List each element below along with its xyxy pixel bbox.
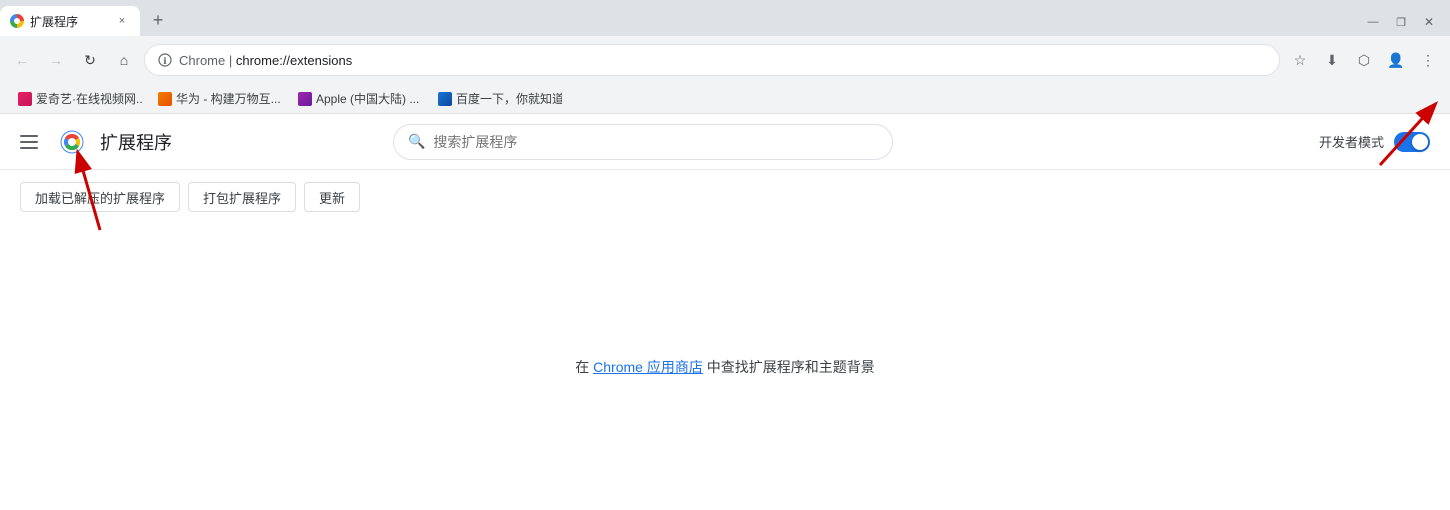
url-path: chrome://extensions	[236, 53, 352, 68]
pack-button[interactable]: 打包扩展程序	[188, 182, 296, 212]
bookmark-label-1: 华为 - 构建万物互...	[176, 90, 281, 107]
download-button[interactable]: ⬇	[1318, 46, 1346, 74]
bookmark-favicon-3	[438, 92, 452, 106]
update-button[interactable]: 更新	[304, 182, 360, 212]
close-button[interactable]: ✕	[1416, 12, 1442, 32]
profile-button[interactable]: 👤	[1382, 46, 1410, 74]
forward-button[interactable]: →	[42, 46, 70, 74]
extensions-header: 扩展程序 🔍 开发者模式	[0, 114, 1450, 170]
restore-button[interactable]: ❐	[1388, 12, 1414, 32]
search-input[interactable]	[433, 134, 878, 150]
bookmark-item-2[interactable]: Apple (中国大陆) ...	[292, 88, 422, 109]
more-menu-button[interactable]: ⋮	[1414, 46, 1442, 74]
tab-bar: 扩展程序 × + — ❐ ✕	[0, 0, 1450, 36]
address-bar-row: ← → ↻ ⌂ ℹ Chrome | chrome://extensions ☆…	[0, 36, 1450, 84]
main-content-area: 在 Chrome 应用商店 中查找扩展程序和主题背景	[0, 224, 1450, 510]
bookmark-label-0: 爱奇艺·在线视频网...	[36, 90, 142, 107]
bookmark-favicon-0	[18, 92, 32, 106]
back-button[interactable]: ←	[8, 46, 36, 74]
address-bar[interactable]: ℹ Chrome | chrome://extensions	[144, 44, 1280, 76]
home-button[interactable]: ⌂	[110, 46, 138, 74]
active-tab[interactable]: 扩展程序 ×	[0, 6, 140, 36]
url-display[interactable]: Chrome | chrome://extensions	[179, 53, 1267, 68]
bookmark-label-2: Apple (中国大陆) ...	[316, 90, 419, 107]
tab-title: 扩展程序	[30, 13, 108, 30]
bookmark-favicon-2	[298, 92, 312, 106]
toolbar-right: ☆ ⬇ ⬡ 👤 ⋮	[1286, 46, 1442, 74]
action-bar: 加载已解压的扩展程序 打包扩展程序 更新	[0, 170, 1450, 224]
bookmarks-bar: 爱奇艺·在线视频网... 华为 - 构建万物互... Apple (中国大陆) …	[0, 84, 1450, 114]
reload-button[interactable]: ↻	[76, 46, 104, 74]
store-text-after: 中查找扩展程序和主题背景	[707, 359, 875, 375]
search-icon: 🔍	[408, 133, 425, 150]
load-unpacked-button[interactable]: 加载已解压的扩展程序	[20, 182, 180, 212]
new-tab-button[interactable]: +	[144, 6, 172, 34]
bookmark-star-button[interactable]: ☆	[1286, 46, 1314, 74]
store-link-text: 在 Chrome 应用商店 中查找扩展程序和主题背景	[575, 357, 874, 377]
hamburger-menu-button[interactable]	[20, 130, 44, 154]
url-chrome-part: Chrome	[179, 53, 225, 68]
security-icon: ℹ	[157, 52, 173, 68]
dev-mode-label: 开发者模式	[1319, 132, 1384, 151]
page-title: 扩展程序	[100, 129, 172, 155]
minimize-button[interactable]: —	[1360, 12, 1386, 32]
search-box[interactable]: 🔍	[393, 124, 893, 160]
page-content: 扩展程序 🔍 开发者模式 加载已解压的扩展程序 打包扩展程序 更新	[0, 114, 1450, 510]
bookmark-favicon-1	[158, 92, 172, 106]
bookmark-item-1[interactable]: 华为 - 构建万物互...	[152, 88, 282, 109]
store-text-before: 在	[575, 359, 589, 375]
svg-text:ℹ: ℹ	[163, 56, 167, 66]
browser-window: 扩展程序 × + — ❐ ✕ ← → ↻ ⌂	[0, 0, 1450, 510]
extensions-button[interactable]: ⬡	[1350, 46, 1378, 74]
chrome-store-link[interactable]: Chrome 应用商店	[593, 359, 703, 375]
tab-favicon	[10, 14, 24, 28]
dev-mode-area: 开发者模式	[1319, 132, 1430, 152]
bookmark-label-3: 百度一下，你就知道	[456, 90, 562, 107]
window-controls: — ❐ ✕	[1360, 12, 1450, 36]
dev-mode-toggle[interactable]	[1394, 132, 1430, 152]
chrome-logo-icon	[60, 130, 84, 154]
bookmark-item-0[interactable]: 爱奇艺·在线视频网...	[12, 88, 142, 109]
tab-close-button[interactable]: ×	[114, 13, 130, 29]
bookmark-item-3[interactable]: 百度一下，你就知道	[432, 88, 562, 109]
